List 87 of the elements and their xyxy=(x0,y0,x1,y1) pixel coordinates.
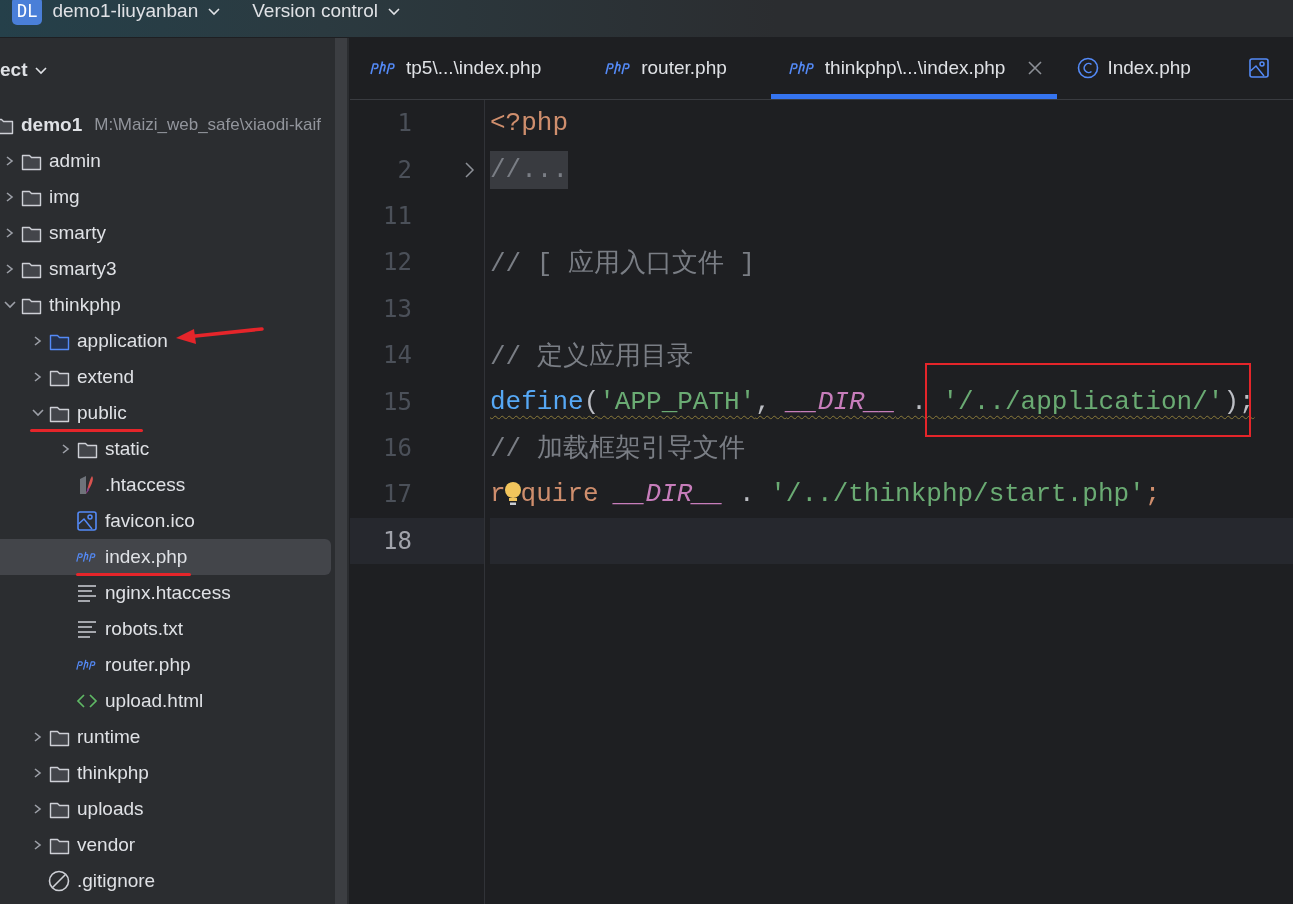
fold-chevron-icon[interactable] xyxy=(464,159,476,180)
project-badge: DL xyxy=(12,0,43,25)
project-menu[interactable]: demo1-liuyanban xyxy=(46,0,233,22)
file-name: robots.txt xyxy=(105,618,184,640)
file-name: favicon.ico xyxy=(105,510,195,532)
tree-item[interactable]: runtime xyxy=(0,719,331,755)
version-control-menu[interactable]: Version control xyxy=(246,0,412,22)
feather-icon xyxy=(78,475,96,495)
tree-item[interactable]: vendor xyxy=(0,827,331,863)
code-text: ; xyxy=(1144,479,1161,510)
file-name: thinkphp xyxy=(49,294,121,316)
tree-item[interactable]: smarty3 xyxy=(0,251,331,287)
tree-item[interactable]: img xyxy=(0,179,331,215)
tree-item[interactable]: thinkphp xyxy=(0,755,331,791)
file-name: static xyxy=(105,438,150,460)
editor-tab[interactable]: router.php xyxy=(585,38,771,99)
php-file-icon xyxy=(788,61,817,75)
code-text: // 加载框架引导文件 xyxy=(490,433,745,466)
image-icon xyxy=(77,511,97,531)
file-name: admin xyxy=(49,150,101,172)
tree-item[interactable]: index.php xyxy=(0,539,331,575)
code-text: ); xyxy=(1223,386,1255,417)
file-name: public xyxy=(77,402,127,424)
tree-item[interactable]: .htaccess xyxy=(0,467,331,503)
tree-item[interactable]: smarty xyxy=(0,215,331,251)
tree-item[interactable]: demo1 M:\Maizi_web_safe\xiaodi-kaif xyxy=(0,107,331,143)
tree-item[interactable]: admin xyxy=(0,143,331,179)
file-name: smarty3 xyxy=(49,258,117,280)
code-brackets-icon xyxy=(76,693,98,709)
prohibited-icon xyxy=(48,870,70,892)
file-name: nginx.htaccess xyxy=(105,582,231,604)
file-name: runtime xyxy=(77,726,141,748)
code-text: , xyxy=(755,386,772,417)
tree-item[interactable]: uploads xyxy=(0,791,331,827)
php-file-icon xyxy=(76,550,98,564)
folder-path: M:\Maizi_web_safe\xiaodi-kaif xyxy=(94,115,321,135)
tree-item[interactable]: router.php xyxy=(0,647,331,683)
code-text: '/../application/' xyxy=(942,386,1224,417)
line-number: 18 xyxy=(382,526,412,555)
file-name: .htaccess xyxy=(105,474,186,496)
file-name: thinkphp xyxy=(77,762,149,784)
tree-item[interactable]: thinkphp xyxy=(0,287,331,323)
scrollbar[interactable] xyxy=(335,38,347,904)
file-name: index.php xyxy=(105,546,188,568)
file-name: upload.html xyxy=(105,690,204,712)
file-name: router.php xyxy=(105,654,191,676)
code-text: '/../thinkphp/start.php' xyxy=(770,479,1145,510)
file-name: uploads xyxy=(77,798,144,820)
tree-item[interactable]: application xyxy=(0,323,331,359)
code-text: quire xyxy=(520,479,599,510)
code-text: // 定义应用目录 xyxy=(490,340,693,373)
tree-item[interactable]: extend xyxy=(0,359,331,395)
project-view-menu[interactable]: ect xyxy=(0,59,50,81)
file-name: smarty xyxy=(49,222,106,244)
text-file-icon xyxy=(77,620,97,638)
code-text: __DIR__ xyxy=(614,479,724,510)
file-name: demo1 xyxy=(21,114,83,136)
code-text: 'APP_PATH' xyxy=(599,386,756,417)
editor-tab[interactable]: Index.php xyxy=(1057,38,1235,99)
code-text: // [ 应用入口文件 ] xyxy=(490,247,756,280)
code-text: <?php xyxy=(490,108,568,139)
code-text: r xyxy=(490,479,506,510)
tree-item[interactable]: favicon.ico xyxy=(0,503,331,539)
editor-tab[interactable]: tp5\...\index.php xyxy=(350,38,586,99)
editor-tab[interactable]: thinkphp\...\index.php xyxy=(770,38,1058,99)
code-text: . xyxy=(738,479,756,510)
file-name: img xyxy=(49,186,80,208)
file-name: vendor xyxy=(77,834,136,856)
tree-item[interactable]: robots.txt xyxy=(0,611,331,647)
class-icon xyxy=(1077,57,1100,79)
tree-item[interactable]: nginx.htaccess xyxy=(0,575,331,611)
code-text: . xyxy=(910,386,928,417)
php-file-icon xyxy=(76,658,98,672)
file-name: application xyxy=(77,330,168,352)
file-name: extend xyxy=(77,366,135,388)
code-text: __DIR__ xyxy=(786,386,896,417)
tree-item[interactable]: .gitignore xyxy=(0,863,331,899)
code-text: ( xyxy=(583,386,600,417)
close-icon[interactable] xyxy=(1027,60,1044,76)
file-name: .gitignore xyxy=(77,870,156,892)
text-file-icon xyxy=(77,584,97,602)
image-icon xyxy=(1248,58,1269,78)
tree-item[interactable]: public xyxy=(0,395,331,431)
tree-item[interactable]: static xyxy=(0,431,331,467)
code-text: define xyxy=(490,386,584,417)
tree-item[interactable]: upload.html xyxy=(0,683,331,719)
php-file-icon xyxy=(370,61,398,75)
